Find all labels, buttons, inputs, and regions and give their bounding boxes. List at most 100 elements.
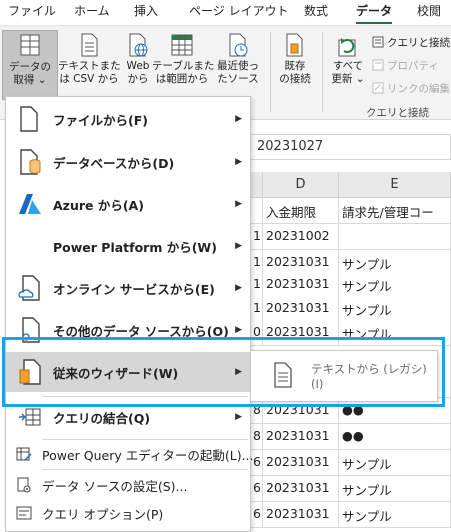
data-source-settings-icon [17, 477, 31, 493]
menu-item-from-azure[interactable]: Azure から(A) ▶ [6, 184, 250, 224]
from-text-csv-label: テキストまた は CSV から [58, 60, 121, 85]
connection-icon [286, 33, 303, 57]
cell[interactable]: 入金期限 [263, 198, 339, 224]
from-text-csv-button[interactable]: テキストまた は CSV から [58, 30, 121, 100]
cell[interactable]: サンプル [339, 502, 451, 528]
cell[interactable]: ●● [339, 424, 451, 450]
tab-home[interactable]: ホーム [74, 2, 110, 24]
edit-links-label: リンクの編集 [387, 82, 450, 95]
submenu-arrow-icon: ▶ [235, 325, 242, 335]
link-icon [372, 82, 384, 94]
tab-formulas[interactable]: 数式 [304, 2, 328, 24]
azure-icon [19, 194, 41, 214]
column-header-e[interactable]: E [339, 172, 451, 198]
column-header-d[interactable]: D [263, 172, 339, 198]
cell[interactable]: 0 [250, 320, 263, 346]
ribbon-separator [270, 32, 271, 112]
menu-item-query-options[interactable]: クエリ オプション(P) [6, 500, 250, 526]
cloud-file-icon [18, 275, 40, 301]
properties-label: プロパティ [387, 59, 439, 72]
menu-item-legacy-wizards[interactable]: 従来のウィザード(W) ▶ [6, 352, 250, 392]
submenu-arrow-icon: ▶ [235, 241, 242, 251]
web-icon [129, 33, 148, 57]
file-icon [20, 106, 38, 132]
cell[interactable]: 6 [250, 502, 263, 528]
cell[interactable]: 1 [250, 272, 263, 298]
power-query-editor-icon [16, 447, 32, 461]
legacy-wizards-submenu: テキストから (レガシ)(I) [250, 350, 438, 402]
menu-item-combine-queries[interactable]: クエリの結合(Q) ▶ [6, 397, 250, 437]
cell[interactable]: 20231002 [263, 224, 339, 250]
existing-connections-label: 既存 の接続 [279, 60, 311, 85]
query-options-icon [16, 506, 32, 520]
tab-review[interactable]: 校閲 [417, 2, 441, 24]
menu-item-label: Power Query エディターの起動(L)... [42, 447, 254, 463]
menu-item-from-text-legacy[interactable]: テキストから (レガシ)(I) [255, 355, 433, 397]
menu-item-from-online-services[interactable]: オンライン サービスから(E) ▶ [6, 268, 250, 308]
database-icon [20, 34, 40, 56]
queries-connections-label: クエリと接続 [387, 36, 450, 49]
menu-item-from-other-sources[interactable]: その他のデータ ソースから(O) ▶ [6, 310, 250, 350]
cell[interactable]: サンプル [339, 296, 451, 322]
submenu-arrow-icon: ▶ [235, 283, 242, 293]
database-icon [20, 149, 41, 175]
get-data-button[interactable]: データの 取得 ⌄ [2, 30, 58, 100]
legacy-wizard-icon [19, 359, 41, 385]
menu-item-from-database[interactable]: データベースから(D) ▶ [6, 142, 250, 182]
cell[interactable]: 20231031 [263, 272, 339, 298]
refresh-all-label: すべて 更新 ⌄ [331, 60, 365, 85]
tab-page-layout[interactable]: ページ レイアウト [189, 2, 289, 24]
menu-item-label: テキストから (レガシ)(I) [311, 362, 427, 391]
cell[interactable]: 20231031 [263, 502, 339, 528]
get-data-menu: ファイルから(F) ▶ データベースから(D) ▶ Azure から(A) ▶ … [5, 96, 254, 532]
menu-item-label: Power Platform から(W) [53, 239, 217, 255]
submenu-arrow-icon: ▶ [235, 157, 242, 167]
menu-item-from-power-platform[interactable]: Power Platform から(W) ▶ [6, 226, 250, 266]
menu-item-label: オンライン サービスから(E) [53, 281, 215, 297]
cell[interactable]: 1 [250, 224, 263, 250]
cell[interactable] [250, 198, 263, 224]
tab-insert[interactable]: 挿入 [134, 2, 158, 24]
text-file-icon [81, 33, 98, 57]
tab-file[interactable]: ファイル [8, 2, 56, 24]
menu-item-launch-power-query[interactable]: Power Query エディターの起動(L)... [6, 441, 254, 467]
recent-clock-icon [229, 33, 248, 57]
refresh-all-button[interactable]: すべて 更新 ⌄ [326, 30, 370, 100]
submenu-arrow-icon: ▶ [235, 412, 242, 422]
other-sources-icon [22, 317, 40, 343]
cell[interactable]: 請求先/管理コー [339, 198, 451, 224]
cell[interactable]: サンプル [339, 450, 451, 476]
cell[interactable]: 20231031 [263, 450, 339, 476]
existing-connections-button[interactable]: 既存 の接続 [272, 30, 318, 100]
cell[interactable]: サンプル [339, 476, 451, 502]
cell[interactable] [339, 224, 451, 250]
from-table-range-button[interactable]: テーブルまた は範囲から [152, 30, 215, 100]
from-table-range-label: テーブルまた は範囲から [152, 60, 215, 85]
cell[interactable]: 6 [250, 476, 263, 502]
cell[interactable]: サンプル [339, 320, 451, 346]
edit-links-button[interactable]: リンクの編集 [372, 80, 450, 96]
cell[interactable]: 20231031 [263, 424, 339, 450]
menu-separator [42, 469, 248, 470]
cell[interactable]: 20231031 [263, 476, 339, 502]
table-icon [171, 34, 193, 56]
formula-bar[interactable]: 20231027 [250, 134, 451, 160]
menu-item-label: クエリの結合(Q) [53, 410, 151, 426]
submenu-arrow-icon: ▶ [235, 367, 242, 377]
menu-item-label: データ ソースの設定(S)... [42, 478, 188, 494]
recent-sources-label: 最近使っ たソース [217, 60, 259, 85]
combine-queries-icon [19, 408, 41, 426]
tab-data[interactable]: データ [356, 2, 393, 24]
menu-item-data-source-settings[interactable]: データ ソースの設定(S)... [6, 472, 250, 498]
menu-item-label: Azure から(A) [53, 197, 144, 213]
cell[interactable]: 20231031 [263, 320, 339, 346]
cell[interactable]: 20231031 [263, 296, 339, 322]
column-header-c[interactable] [250, 172, 263, 198]
queries-connections-button[interactable]: クエリと接続 [372, 34, 450, 50]
menu-item-label: ファイルから(F) [53, 112, 148, 128]
cell[interactable]: 1 [250, 296, 263, 322]
cell[interactable]: サンプル [339, 272, 451, 298]
recent-sources-button[interactable]: 最近使っ たソース [210, 30, 266, 100]
properties-button[interactable]: プロパティ [372, 57, 439, 73]
menu-item-from-file[interactable]: ファイルから(F) ▶ [6, 99, 250, 139]
